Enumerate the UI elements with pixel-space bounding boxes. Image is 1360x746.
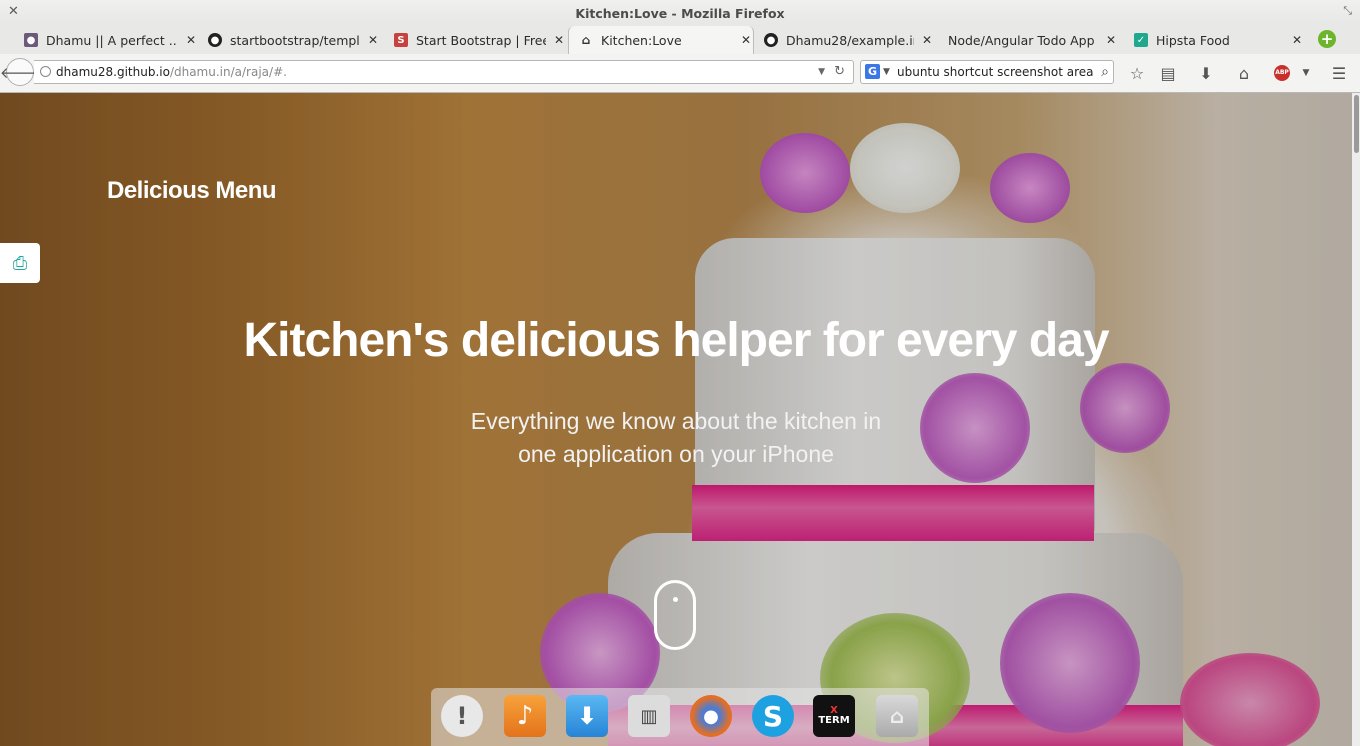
hero-headline: Kitchen's delicious helper for every day [243,314,1109,367]
url-history-dropdown-icon[interactable]: ▼ [818,61,825,83]
avatar-icon: ● [24,33,38,47]
tab-start-bootstrap[interactable]: S Start Bootstrap | Free ... ✕ [386,26,566,54]
notification-icon[interactable]: ! [441,695,483,737]
bookmarks-menu-icon[interactable]: ▤ [1157,62,1179,84]
site-identity-icon[interactable] [40,66,51,77]
page-scrollbar[interactable] [1352,93,1360,746]
navigation-toolbar: 🡐 dhamu28.github.io/dhamu.in/a/raja/#. ▼… [0,54,1360,93]
tab-startbootstrap-github[interactable]: ● startbootstrap/templ... ✕ [202,26,380,54]
github-icon: ● [764,33,778,47]
tab-label: startbootstrap/templ... [230,32,360,48]
engine-dropdown-icon[interactable]: ▼ [883,61,890,83]
xterm-icon[interactable]: X TERM [813,695,855,737]
hero-subheadline-line2: one application on your iPhone [518,441,834,467]
new-tab-button[interactable]: + [1318,30,1336,48]
xterm-term-label: TERM [818,715,850,726]
clip-icon: ⎙ [12,252,28,274]
url-host: dhamu28.github.io [56,65,170,79]
tab-close-icon[interactable]: ✕ [366,33,380,47]
adblock-plus-icon[interactable]: ABP [1271,62,1293,84]
url-bar[interactable]: dhamu28.github.io/dhamu.in/a/raja/#. ▼ ↻ [34,60,854,84]
tab-hipsta-food[interactable]: ✓ Hipsta Food ✕ [1128,26,1304,54]
tab-label: Dhamu28/example.in [786,32,914,48]
scroll-down-mouse-icon[interactable] [654,580,696,650]
tab-close-icon[interactable]: ✕ [552,33,566,47]
hamburger-menu-icon[interactable]: ☰ [1328,62,1350,84]
hipsta-icon: ✓ [1134,33,1148,47]
page-icon: ⌂ [581,33,591,47]
adblock-dropdown-icon[interactable]: ▼ [1295,62,1317,84]
skype-icon[interactable]: S [752,695,794,737]
google-engine-icon[interactable]: G [865,64,880,79]
back-button[interactable]: 🡐 [0,58,40,86]
tab-close-icon[interactable]: ✕ [1104,33,1118,47]
tab-close-icon[interactable]: ✕ [739,33,753,47]
tab-label: Hipsta Food [1156,32,1230,48]
hero-subheadline: Everything we know about the kitchen in … [0,405,1352,471]
home-folder-icon[interactable]: ⌂ [876,695,918,737]
reload-icon[interactable]: ↻ [834,61,845,83]
window-titlebar: ✕ Kitchen:Love - Mozilla Firefox ⤡ [0,0,1360,26]
tab-dhamu-example[interactable]: ● Dhamu28/example.in ✕ [758,26,934,54]
hero-section: Delicious Menu ⎙ Kitchen's delicious hel… [0,93,1352,746]
tab-label: Node/Angular Todo App [948,32,1095,48]
tab-label: Dhamu || A perfect ... [46,32,178,48]
hero-subheadline-line1: Everything we know about the kitchen in [470,408,882,434]
github-icon: ● [208,33,222,47]
tab-todo-app[interactable]: Node/Angular Todo App ✕ [942,26,1118,54]
scrollbar-thumb[interactable] [1354,95,1359,153]
side-toggle-button[interactable]: ⎙ [0,243,40,283]
tab-close-icon[interactable]: ✕ [920,33,934,47]
music-player-icon[interactable]: ♪ [504,695,546,737]
search-bar[interactable]: G ▼ ubuntu shortcut screenshot area ⌕ [860,60,1114,84]
tab-close-icon[interactable]: ✕ [1290,33,1304,47]
downloads-icon[interactable]: ⬇ [1195,62,1217,84]
home-icon[interactable]: ⌂ [1233,62,1255,84]
tab-bar: ● Dhamu || A perfect ... ✕ ● startbootst… [0,26,1360,54]
search-input[interactable]: ubuntu shortcut screenshot area [897,61,1094,83]
download-icon[interactable]: ⬇ [566,695,608,737]
search-icon[interactable]: ⌕ [1101,61,1109,83]
tab-label: Kitchen:Love [601,32,682,48]
brand-logo[interactable]: Delicious Menu [107,177,277,205]
tab-label: Start Bootstrap | Free ... [416,32,546,48]
url-path: /dhamu.in/a/raja/#. [169,65,287,79]
tab-dhamu[interactable]: ● Dhamu || A perfect ... ✕ [18,26,198,54]
firefox-icon[interactable]: ● [690,695,732,737]
window-title: Kitchen:Love - Mozilla Firefox [575,6,785,21]
system-settings-icon[interactable]: ▥ [628,695,670,737]
tab-close-icon[interactable]: ✕ [184,33,198,47]
tab-kitchen-love[interactable]: ⌂ Kitchen:Love ✕ [568,26,754,54]
startbootstrap-icon: S [394,33,408,47]
bookmark-star-icon[interactable]: ☆ [1126,62,1148,84]
window-restore-icon[interactable]: ⤡ [1343,4,1352,18]
url-text: dhamu28.github.io/dhamu.in/a/raja/#. [56,61,287,83]
window-close-icon[interactable]: ✕ [8,4,19,19]
